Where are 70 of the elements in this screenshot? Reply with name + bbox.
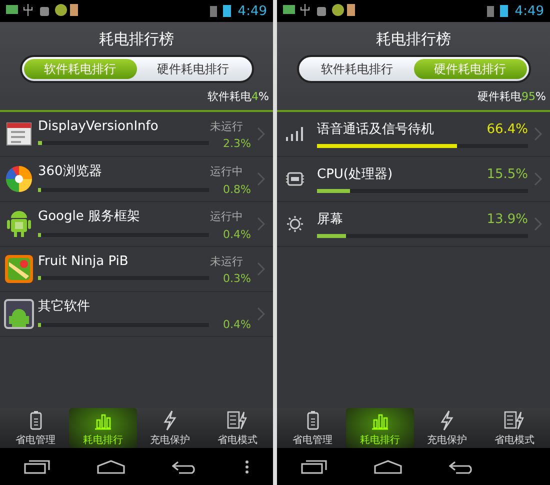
bottom-tab[interactable]: 省电管理 [2,408,70,448]
component-name: CPU(处理器) [317,166,393,183]
list-row[interactable]: CPU(处理器) 15.5% [277,157,550,202]
battery-icon [486,4,509,18]
pinwheel-icon [4,164,34,194]
list-row[interactable]: DisplayVersionInfo 未运行 2.3% [0,112,273,157]
segment-tab[interactable]: 软件耗电排行 [300,59,414,79]
chevron-right-icon [257,172,265,186]
app-name: 其它软件 [38,298,90,315]
percent-text: 0.8% [222,183,251,196]
chevron-right-icon [534,217,542,231]
home-icon[interactable] [374,460,402,474]
screen-title: 耗电排行榜 [376,29,451,50]
screen-title: 耗电排行榜 [99,29,174,50]
robot-icon [4,299,34,329]
percent-text: 66.4% [486,122,528,137]
notification-icons-drawing [6,2,78,16]
home-icon[interactable] [96,460,125,474]
recent-apps-icon[interactable] [24,460,50,474]
chevron-right-icon [257,217,265,231]
fruit-game-icon [4,254,34,284]
chevron-right-icon [257,127,265,141]
percent-text: 2.3% [222,136,251,150]
component-name: 屏幕 [317,211,343,228]
app-name: Fruit Ninja PiB [38,254,128,268]
bottom-tab[interactable]: 省电模式 [204,408,271,448]
list-row[interactable]: 语音通话及信号待机 66.4% [277,112,550,157]
percent-text: 0.4% [222,228,251,241]
bottom-tab[interactable]: 省电模式 [480,408,548,448]
list-row[interactable]: Fruit Ninja PiB 未运行 0.3% [0,247,273,292]
status-text: 运行中 [210,209,243,224]
bottom-tab[interactable]: 耗电排行 [346,408,414,448]
robot-icon [4,209,34,239]
status-text: 运行中 [210,164,243,179]
bottom-tab[interactable]: 省电管理 [279,408,346,448]
segment-tab[interactable]: 硬件耗电排行 [136,59,250,79]
list-lightning-icon [504,410,524,430]
clock: 4:49 [238,4,267,18]
list-row[interactable]: 其它软件 0.4% [0,292,273,337]
sun-icon [285,215,305,233]
signal-icon [285,125,305,143]
summary-text: 软件耗电4% [208,89,269,104]
component-name: 语音通话及信号待机 [317,121,434,138]
list-row[interactable]: 360浏览器 运行中 0.8% [0,157,273,202]
percent-text: 13.9% [486,212,528,227]
bottom-tab[interactable]: 充电保护 [136,408,204,448]
app-name: DisplayVersionInfo [38,118,158,134]
chevron-right-icon [257,262,265,276]
bottom-tab[interactable]: 耗电排行 [69,408,136,448]
chevron-right-icon [534,172,542,186]
more-icon[interactable] [245,460,250,474]
recent-apps-icon[interactable] [300,460,327,474]
notification-icons-drawing [283,2,355,16]
chevron-right-icon [534,127,542,141]
chip-icon [285,170,305,188]
battery-icon [210,4,232,18]
percent-text: 15.5% [486,167,528,182]
status-text: 未运行 [210,118,243,134]
list-lightning-icon [227,410,248,430]
summary-text: 硬件耗电95% [478,89,546,104]
app-name: 360浏览器 [38,163,102,180]
bottom-tab[interactable]: 充电保护 [414,408,481,448]
list-row[interactable]: Google 服务框架 运行中 0.4% [0,202,273,247]
percent-text: 0.4% [222,318,251,331]
list-row[interactable]: 屏幕 13.9% [277,202,550,247]
status-text: 未运行 [210,254,243,268]
app-name: Google 服务框架 [38,208,140,225]
percent-text: 0.3% [222,272,251,284]
clock: 4:49 [514,4,544,18]
chevron-right-icon [257,307,265,321]
